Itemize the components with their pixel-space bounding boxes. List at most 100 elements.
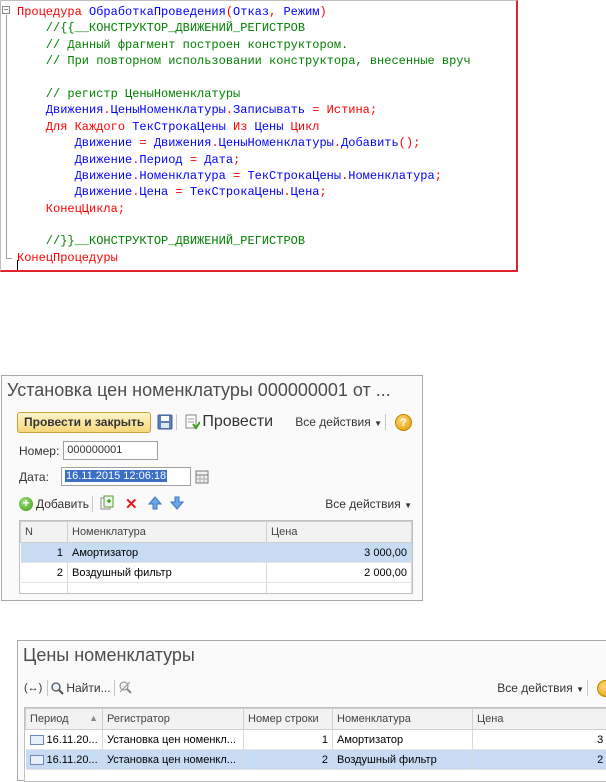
code-token: ТекСтрокаЦены [190, 185, 284, 199]
code-line[interactable]: // Данный фрагмент построен конструкторо… [17, 37, 516, 53]
find-button[interactable]: Найти... [51, 681, 110, 695]
code-line[interactable]: // При повторном использовании конструкт… [17, 53, 516, 69]
price-cell[interactable]: 3 000,00 [473, 730, 606, 750]
code-text[interactable]: Процедура ОбработкаПроведения(Отказ, Реж… [17, 4, 516, 266]
column-header-price[interactable]: Цена [267, 522, 412, 543]
code-line[interactable]: Движение.Период = Дата; [17, 152, 516, 168]
period-cell[interactable]: 16.11.20... [26, 750, 103, 770]
prices-table[interactable]: N Номенклатура Цена 1Амортизатор3 000,00… [19, 520, 413, 594]
item-cell[interactable]: Воздушный фильтр [68, 563, 267, 583]
collapse-icon[interactable]: − [2, 6, 10, 14]
form-toolbar: Провести и закрыть Провести Все действия… [17, 411, 412, 433]
table-header-row: N Номенклатура Цена [21, 522, 412, 543]
item-cell[interactable]: Амортизатор [333, 730, 473, 750]
column-header-item[interactable]: Номенклатура [68, 522, 267, 543]
number-input[interactable]: 000000001 [63, 441, 158, 460]
code-token: Движения [17, 103, 103, 117]
save-icon[interactable] [157, 414, 173, 430]
post-and-close-button[interactable]: Провести и закрыть [17, 412, 151, 433]
dropdown-arrow-icon: ▼ [374, 419, 382, 428]
column-header-n[interactable]: N [21, 522, 68, 543]
dropdown-arrow-icon: ▼ [576, 685, 584, 694]
table-row[interactable]: 1Амортизатор3 000,00 [21, 543, 412, 563]
code-line[interactable]: //{{__КОНСТРУКТОР_ДВИЖЕНИЙ_РЕГИСТРОВ [17, 20, 516, 36]
code-token: ; [319, 185, 326, 199]
post-button[interactable]: Провести [184, 413, 273, 431]
code-token: ТекСтрокаЦены [132, 120, 226, 134]
code-token: ЦеныНоменклатуры [111, 103, 226, 117]
move-down-icon[interactable] [170, 496, 184, 513]
help-icon[interactable] [597, 680, 606, 697]
register-table[interactable]: Период ▲ Регистратор Номер строки Номенк… [24, 707, 606, 782]
table-row[interactable]: 2Воздушный фильтр2 000,00 [21, 563, 412, 583]
code-token: Истина [327, 103, 370, 117]
code-line[interactable]: Движение.Цена = ТекСтрокаЦены.Цена; [17, 184, 516, 200]
table-all-actions-label: Все действия [325, 497, 400, 511]
document-form: Установка цен номенклатуры 000000001 от … [1, 375, 423, 601]
code-line[interactable]: // регистр ЦеныНоменклатуры [17, 86, 516, 102]
row-number-cell[interactable]: 2 [21, 563, 68, 583]
code-token: Движения [154, 136, 212, 150]
code-token: //}}__КОНСТРУКТОР_ДВИЖЕНИЙ_РЕГИСТРОВ [17, 234, 305, 248]
row-number-cell[interactable]: 1 [21, 543, 68, 563]
column-header-period[interactable]: Период ▲ [26, 709, 103, 730]
line-number-cell[interactable]: 2 [244, 750, 333, 770]
delete-icon[interactable]: ✕ [125, 495, 138, 513]
all-actions-menu[interactable]: Все действия ▼ [497, 681, 584, 695]
code-line[interactable] [17, 217, 516, 233]
period-cell[interactable]: 16.11.20... [26, 730, 103, 750]
code-token: Цены [255, 120, 284, 134]
period-icon[interactable]: (↔) [24, 682, 42, 694]
code-token: ; [118, 202, 125, 216]
column-header-price[interactable]: Цена [473, 709, 606, 730]
code-token: . [211, 136, 218, 150]
period-value: 16.11.20... [47, 734, 98, 746]
item-cell[interactable]: Амортизатор [68, 543, 267, 563]
text-cursor [17, 260, 18, 272]
table-all-actions-menu[interactable]: Все действия ▼ [325, 497, 412, 511]
code-line[interactable]: Движение = Движения.ЦеныНоменклатуры.Доб… [17, 135, 516, 151]
dropdown-arrow-icon: ▼ [404, 501, 412, 510]
date-input[interactable]: 16.11.2015 12:06:18 [61, 467, 191, 486]
code-editor[interactable]: − Процедура ОбработкаПроведения(Отказ, Р… [0, 0, 518, 272]
code-token: = [226, 169, 248, 183]
code-token: Из [226, 120, 255, 134]
code-token: = [183, 153, 205, 167]
code-line[interactable]: //}}__КОНСТРУКТОР_ДВИЖЕНИЙ_РЕГИСТРОВ [17, 233, 516, 249]
code-line[interactable]: Процедура ОбработкаПроведения(Отказ, Реж… [17, 4, 516, 20]
line-number-cell[interactable]: 1 [244, 730, 333, 750]
code-line[interactable]: КонецЦикла; [17, 201, 516, 217]
price-cell[interactable]: 2 000,00 [267, 563, 412, 583]
help-icon[interactable]: ? [395, 414, 412, 431]
code-line[interactable]: Движения.ЦеныНоменклатуры.Записывать = И… [17, 102, 516, 118]
code-token: КонецЦикла [17, 202, 118, 216]
code-line[interactable]: Для Каждого ТекСтрокаЦены Из Цены Цикл [17, 119, 516, 135]
toolbar-separator [114, 680, 115, 696]
code-line[interactable]: Движение.Номенклатура = ТекСтрокаЦены.Но… [17, 168, 516, 184]
item-cell[interactable]: Воздушный фильтр [333, 750, 473, 770]
add-button[interactable]: Добавить [36, 497, 89, 511]
empty-cell [267, 583, 412, 595]
code-token: КонецПроцедуры [17, 251, 118, 265]
table-row[interactable]: 16.11.20... Установка цен номенкл...1Амор… [26, 730, 606, 750]
column-header-item[interactable]: Номенклатура [333, 709, 473, 730]
code-line[interactable] [17, 70, 516, 86]
code-token: . [334, 136, 341, 150]
calendar-icon[interactable] [195, 470, 209, 484]
all-actions-menu[interactable]: Все действия ▼ [295, 415, 382, 429]
cancel-search-icon[interactable] [118, 680, 132, 697]
price-cell[interactable]: 3 000,00 [267, 543, 412, 563]
add-icon[interactable]: + [19, 497, 33, 511]
price-cell[interactable]: 2 000,00 [473, 750, 606, 770]
column-header-registrar[interactable]: Регистратор [103, 709, 244, 730]
move-up-icon[interactable] [148, 496, 162, 513]
code-line[interactable]: КонецПроцедуры [17, 250, 516, 266]
code-token: Движение [17, 136, 132, 150]
date-label: Дата: [19, 470, 57, 484]
code-token: = [305, 103, 327, 117]
registrar-cell[interactable]: Установка цен номенкл... [103, 750, 244, 770]
column-header-line-number[interactable]: Номер строки [244, 709, 333, 730]
registrar-cell[interactable]: Установка цен номенкл... [103, 730, 244, 750]
copy-icon[interactable] [100, 495, 115, 513]
table-row[interactable]: 16.11.20...Установка цен номенкл...2Возд… [26, 750, 606, 770]
